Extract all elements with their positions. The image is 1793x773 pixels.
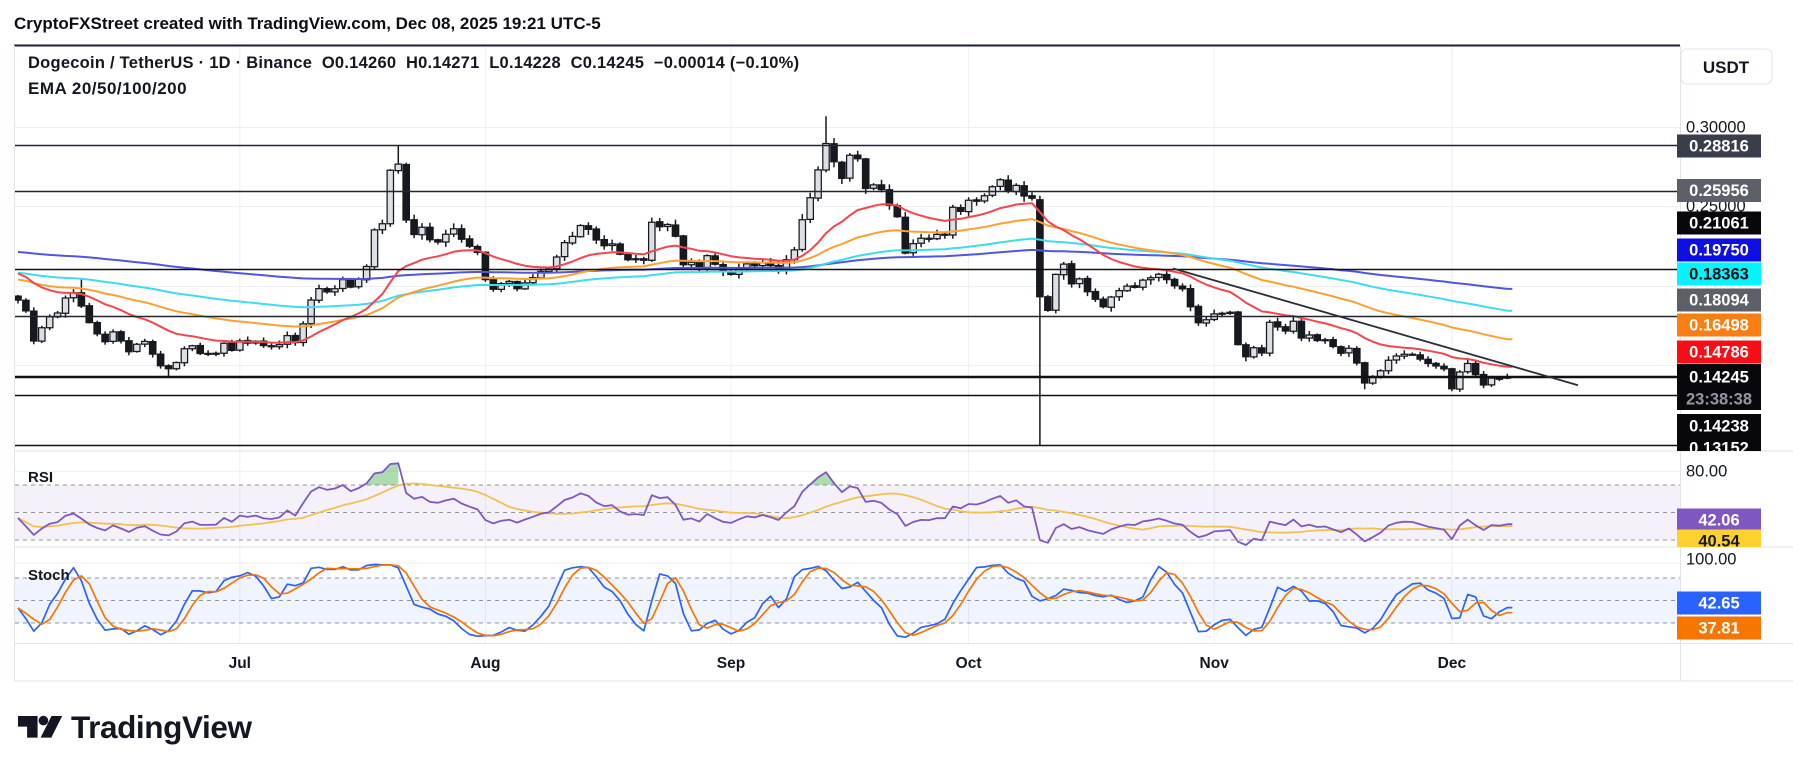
svg-text:Aug: Aug	[470, 655, 500, 672]
svg-text:0.16498: 0.16498	[1689, 317, 1749, 335]
svg-text:0.18094: 0.18094	[1689, 292, 1749, 310]
svg-text:CryptoFXStreet created with Tr: CryptoFXStreet created with TradingView.…	[14, 14, 601, 33]
svg-text:42.65: 42.65	[1698, 595, 1739, 613]
svg-text:0.14238: 0.14238	[1689, 418, 1749, 436]
svg-text:42.06: 42.06	[1698, 512, 1739, 530]
svg-text:Oct: Oct	[956, 655, 982, 672]
svg-text:Stoch: Stoch	[28, 567, 70, 584]
svg-text:EMA 20/50/100/200: EMA 20/50/100/200	[28, 79, 187, 98]
svg-text:80.00: 80.00	[1686, 463, 1727, 481]
svg-text:0.28816: 0.28816	[1689, 138, 1749, 156]
svg-text:37.81: 37.81	[1698, 620, 1739, 638]
svg-text:Jul: Jul	[229, 655, 251, 672]
svg-text:0.30000: 0.30000	[1686, 119, 1746, 137]
svg-text:0.14786: 0.14786	[1689, 344, 1749, 362]
svg-text:23:38:38: 23:38:38	[1686, 391, 1752, 409]
svg-text:0.25956: 0.25956	[1689, 182, 1749, 200]
svg-text:0.14245: 0.14245	[1689, 369, 1749, 387]
svg-text:0.18363: 0.18363	[1689, 266, 1749, 284]
svg-text:USDT: USDT	[1703, 58, 1750, 77]
svg-text:TradingView: TradingView	[71, 709, 252, 745]
svg-text:0.19750: 0.19750	[1689, 242, 1749, 260]
svg-text:RSI: RSI	[28, 469, 53, 486]
svg-text:Sep: Sep	[717, 655, 745, 672]
svg-text:0.21061: 0.21061	[1689, 215, 1749, 233]
svg-text:Dec: Dec	[1438, 655, 1467, 672]
svg-text:100.00: 100.00	[1686, 551, 1736, 569]
svg-text:Nov: Nov	[1200, 655, 1230, 672]
svg-text:Dogecoin / TetherUS · 1D · Bin: Dogecoin / TetherUS · 1D · Binance O0.14…	[28, 54, 799, 72]
